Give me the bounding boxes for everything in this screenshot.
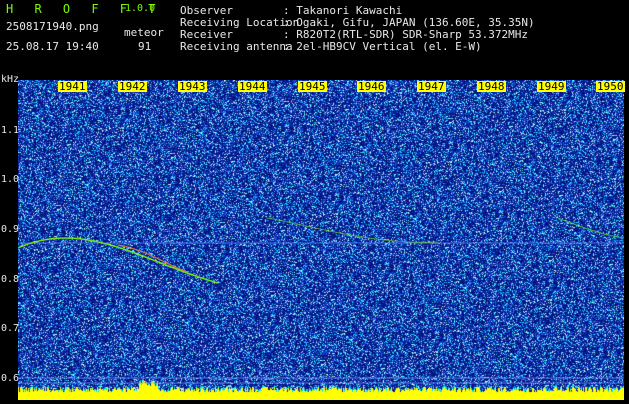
meteor-count: 91 bbox=[138, 40, 152, 53]
file-name: 2508171940.png bbox=[6, 20, 99, 33]
y-axis-unit: kHz bbox=[1, 74, 20, 85]
app-version: 1.0.0 bbox=[125, 3, 156, 14]
meteor-label: meteor bbox=[124, 26, 164, 39]
time-tick-1945: 1945 bbox=[298, 80, 327, 93]
time-tick-1950: 1950 bbox=[596, 80, 625, 93]
y-tick-0-6: 0.6 bbox=[1, 373, 20, 384]
antenna-value: : 2el-HB9CV Vertical (el. E-W) bbox=[283, 40, 482, 53]
time-tick-1947: 1947 bbox=[417, 80, 446, 93]
time-tick-1941: 1941 bbox=[58, 80, 87, 93]
time-tick-1948: 1948 bbox=[477, 80, 506, 93]
y-tick-0-7: 0.7 bbox=[1, 323, 20, 334]
location-key: Receiving Location bbox=[180, 16, 300, 29]
spectrogram-overlay bbox=[18, 217, 624, 384]
meteor-trail-4 bbox=[557, 217, 624, 239]
observer-key: Observer bbox=[180, 4, 233, 17]
time-tick-1949: 1949 bbox=[537, 80, 566, 93]
y-tick-1-0: 1.0 bbox=[1, 174, 20, 185]
time-tick-1942: 1942 bbox=[118, 80, 147, 93]
meteor-trail-3 bbox=[267, 217, 439, 243]
time-tick-1944: 1944 bbox=[238, 80, 267, 93]
y-tick-0-8: 0.8 bbox=[1, 274, 20, 285]
observer-value: : Takanori Kawachi bbox=[283, 4, 403, 17]
spectrogram bbox=[18, 80, 624, 400]
location-value: : Ogaki, Gifu, JAPAN (136.60E, 35.35N) bbox=[283, 16, 535, 29]
capture-datetime: 25.08.17 19:40 bbox=[6, 40, 99, 53]
meteor-trail-1 bbox=[18, 237, 219, 284]
meteor-trail-2 bbox=[117, 244, 189, 273]
time-tick-1943: 1943 bbox=[178, 80, 207, 93]
receiver-value: : R820T2(RTL-SDR) SDR-Sharp 53.372MHz bbox=[283, 28, 529, 41]
receiver-key: Receiver bbox=[180, 28, 233, 41]
time-tick-1946: 1946 bbox=[357, 80, 386, 93]
y-tick-1-1: 1.1 bbox=[1, 125, 20, 136]
antenna-key: Receiving antenna bbox=[180, 40, 293, 53]
y-tick-0-9: 0.9 bbox=[1, 224, 20, 235]
